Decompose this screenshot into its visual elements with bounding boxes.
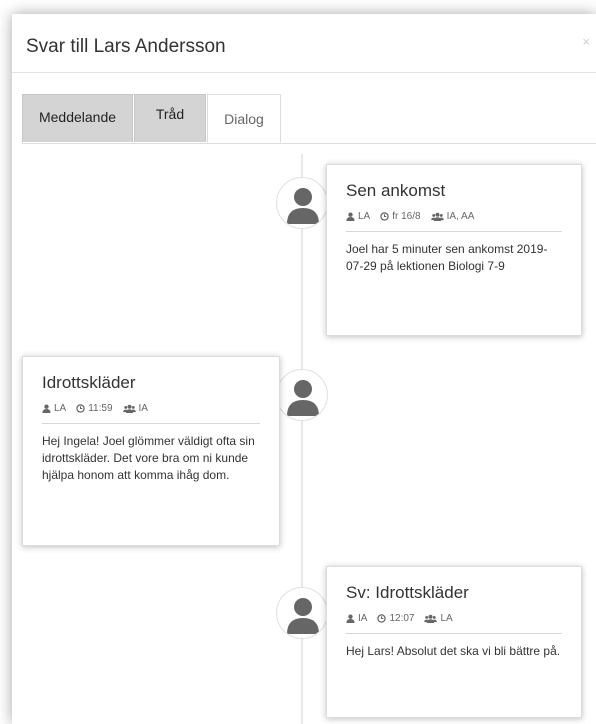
message-body: Hej Ingela! Joel glömmer väldigt ofta si… xyxy=(42,434,255,482)
message-recipients: IA xyxy=(138,403,148,414)
message-card[interactable]: Idrottskläder LA 11:59 IA Hej Ingela! Jo… xyxy=(22,356,280,546)
message-card[interactable]: Sv: Idrottskläder IA 12:07 LA Hej Lars! … xyxy=(326,566,582,718)
message-title: Sv: Idrottskläder xyxy=(346,583,469,602)
message-recipients: IA, AA xyxy=(446,211,475,222)
avatar-icon xyxy=(287,380,319,416)
tab-trad[interactable]: Tråd xyxy=(134,94,206,142)
modal-header: Svar till Lars Andersson × xyxy=(12,14,596,73)
message-time: 11:59 xyxy=(88,403,113,414)
group-icon xyxy=(122,404,136,413)
message-time: 12:07 xyxy=(389,613,415,624)
close-icon[interactable]: × xyxy=(582,34,590,49)
user-icon xyxy=(346,212,355,221)
message-title: Idrottskläder xyxy=(42,373,136,392)
clock-icon xyxy=(76,404,85,413)
message-meta: LA 11:59 IA xyxy=(42,403,260,424)
tab-bar: Meddelande Tråd Dialog xyxy=(22,94,596,144)
message-time: fr 16/8 xyxy=(392,211,421,222)
message-meta: IA 12:07 LA xyxy=(346,613,562,634)
message-body: Hej Lars! Absolut det ska vi bli bättre … xyxy=(346,644,561,658)
tab-dialog[interactable]: Dialog xyxy=(207,94,281,143)
avatar xyxy=(276,587,328,639)
message-author: IA xyxy=(358,613,368,624)
avatar-icon xyxy=(287,598,319,634)
message-body: Joel har 5 minuter sen ankomst 2019-07-2… xyxy=(346,242,548,273)
message-author: LA xyxy=(358,211,371,222)
clock-icon xyxy=(380,212,389,221)
group-icon xyxy=(424,614,438,623)
clock-icon xyxy=(377,614,387,623)
user-icon xyxy=(42,404,51,413)
avatar-icon xyxy=(287,188,319,224)
message-author: LA xyxy=(54,403,67,414)
message-meta: LA fr 16/8 IA, AA xyxy=(346,211,562,232)
group-icon xyxy=(430,212,444,221)
message-title: Sen ankomst xyxy=(346,181,446,200)
message-recipients: LA xyxy=(440,613,453,624)
modal-title: Svar till Lars Andersson xyxy=(26,36,226,57)
message-card[interactable]: Sen ankomst LA fr 16/8 IA, AA Joel har 5… xyxy=(326,164,582,336)
avatar xyxy=(276,177,328,229)
tab-meddelande[interactable]: Meddelande xyxy=(22,94,133,142)
reply-modal: Svar till Lars Andersson × Meddelande Tr… xyxy=(12,14,596,724)
user-icon xyxy=(346,614,355,623)
avatar xyxy=(276,369,328,421)
